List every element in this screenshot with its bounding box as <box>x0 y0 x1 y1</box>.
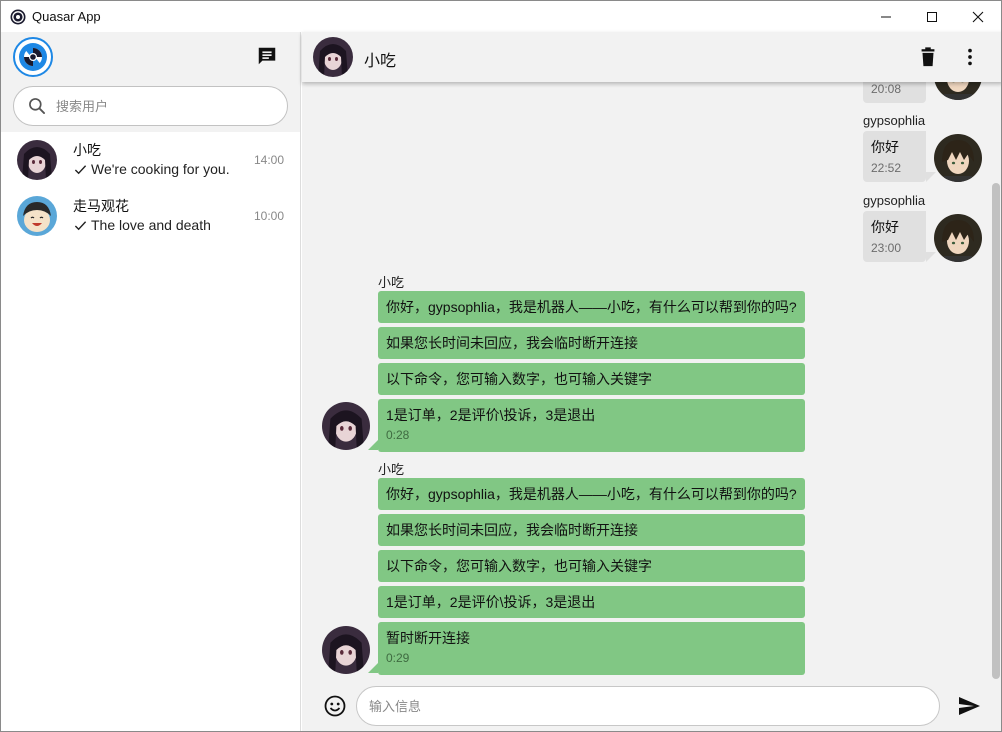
received-message: 以下命令，您可输入数字，也可输入关键字 <box>378 363 805 395</box>
maximize-button[interactable] <box>909 1 955 32</box>
window-controls <box>863 1 1001 32</box>
window-title: Quasar App <box>32 9 101 24</box>
smiley-icon[interactable] <box>323 694 347 718</box>
message-time: 0:28 <box>386 428 410 442</box>
message-text: 你好 <box>871 139 899 155</box>
received-message: 你好，gypsophlia，我是机器人——小吃，有什么可以帮到你的吗? <box>378 291 805 323</box>
received-message: 1是订单，2是评价\投诉，3是退出 <box>378 586 805 618</box>
received-message: 你好，gypsophlia，我是机器人——小吃，有什么可以帮到你的吗? <box>378 478 805 510</box>
chat-contact-avatar <box>313 37 353 77</box>
chat-title: 小吃 <box>364 53 397 70</box>
sender-name: 小吃 <box>378 275 405 290</box>
conversation-name: 小吃 <box>73 142 101 158</box>
message-text: 如果您长时间未回应，我会临时断开连接 <box>386 522 638 538</box>
sent-message: 你好 23:00 <box>863 211 926 262</box>
contact-avatar <box>17 196 57 236</box>
scrollbar[interactable] <box>989 82 1001 681</box>
close-icon <box>972 11 984 22</box>
contact-avatar <box>322 626 370 674</box>
bubble-tail <box>926 172 936 182</box>
message-time: 23:00 <box>871 241 902 255</box>
message-input[interactable] <box>357 687 939 725</box>
message-text: 1是订单，2是评价\投诉，3是退出 <box>386 407 596 423</box>
message-text: 如果您长时间未回应，我会临时断开连接 <box>386 335 638 351</box>
sent-message: 20:08 <box>863 82 926 103</box>
received-message: 以下命令，您可输入数字，也可输入关键字 <box>378 550 805 582</box>
message-time: 0:29 <box>386 651 410 665</box>
user-avatar[interactable] <box>13 37 53 77</box>
sent-message: 你好 22:52 <box>863 131 926 182</box>
chat-bubble-icon[interactable] <box>256 45 278 67</box>
bubble-tail <box>368 440 378 450</box>
send-icon[interactable] <box>957 694 981 718</box>
maximize-icon <box>927 11 937 22</box>
chat-header: 小吃 <box>302 32 1001 82</box>
message-time: 22:52 <box>871 161 902 175</box>
user-avatar <box>934 82 982 100</box>
bubble-tail <box>926 252 936 262</box>
message-text: 你好，gypsophlia，我是机器人——小吃，有什么可以帮到你的吗? <box>386 486 797 502</box>
scrollbar-thumb[interactable] <box>992 183 1000 679</box>
message-list: 20:08 gypsophlia 你好 22:52 gypsophlia 你好 … <box>302 82 989 681</box>
app-window: Quasar App 搜索用户 小吃 We're cooking for you… <box>0 0 1002 732</box>
received-message: 暂时断开连接 0:29 <box>378 622 805 675</box>
contact-avatar <box>322 402 370 450</box>
conversation-item[interactable]: 小吃 We're cooking for you. 14:00 <box>1 132 300 188</box>
trash-icon[interactable] <box>917 46 939 68</box>
user-avatar <box>934 214 982 262</box>
message-field[interactable] <box>356 686 940 726</box>
check-icon <box>74 165 87 175</box>
conversation-preview: We're cooking for you. <box>91 161 230 177</box>
search-input[interactable] <box>56 98 256 114</box>
sidebar-header <box>1 32 300 80</box>
received-message: 1是订单，2是评价\投诉，3是退出 0:28 <box>378 399 805 452</box>
search-area <box>1 80 300 132</box>
minimize-icon <box>881 16 891 17</box>
close-button[interactable] <box>955 1 1001 32</box>
sender-name: gypsophlia <box>863 193 926 208</box>
user-avatar <box>934 134 982 182</box>
message-text: 你好，gypsophlia，我是机器人——小吃，有什么可以帮到你的吗? <box>386 299 797 315</box>
search-box[interactable] <box>13 86 288 126</box>
check-icon <box>74 221 87 231</box>
more-vert-icon[interactable] <box>959 46 981 68</box>
title-bar: Quasar App <box>1 1 1001 32</box>
contact-avatar <box>17 140 57 180</box>
received-message: 如果您长时间未回应，我会临时断开连接 <box>378 514 805 546</box>
message-time: 20:08 <box>871 82 902 96</box>
message-text: 1是订单，2是评价\投诉，3是退出 <box>386 594 596 610</box>
conversation-item[interactable]: 走马观花 The love and death 10:00 <box>1 188 300 244</box>
minimize-button[interactable] <box>863 1 909 32</box>
bubble-tail <box>368 663 378 673</box>
chat-pane: 小吃 20:08 gypsophlia 你好 22:52 gypsophlia … <box>302 32 1001 731</box>
conversation-time: 10:00 <box>253 209 284 223</box>
sender-name: 小吃 <box>378 462 405 477</box>
message-text: 以下命令，您可输入数字，也可输入关键字 <box>386 558 652 574</box>
conversation-name: 走马观花 <box>73 198 129 214</box>
search-icon <box>29 98 45 115</box>
quasar-logo-icon <box>10 9 26 24</box>
message-text: 暂时断开连接 <box>386 630 470 646</box>
sidebar: 小吃 We're cooking for you. 14:00 走马观花 The… <box>1 32 301 731</box>
conversation-preview: The love and death <box>91 217 211 233</box>
composer-bar <box>302 681 1001 731</box>
sender-name: gypsophlia <box>863 113 926 128</box>
message-text: 以下命令，您可输入数字，也可输入关键字 <box>386 371 652 387</box>
received-message: 如果您长时间未回应，我会临时断开连接 <box>378 327 805 359</box>
conversation-time: 14:00 <box>253 153 284 167</box>
message-text: 你好 <box>871 219 899 235</box>
